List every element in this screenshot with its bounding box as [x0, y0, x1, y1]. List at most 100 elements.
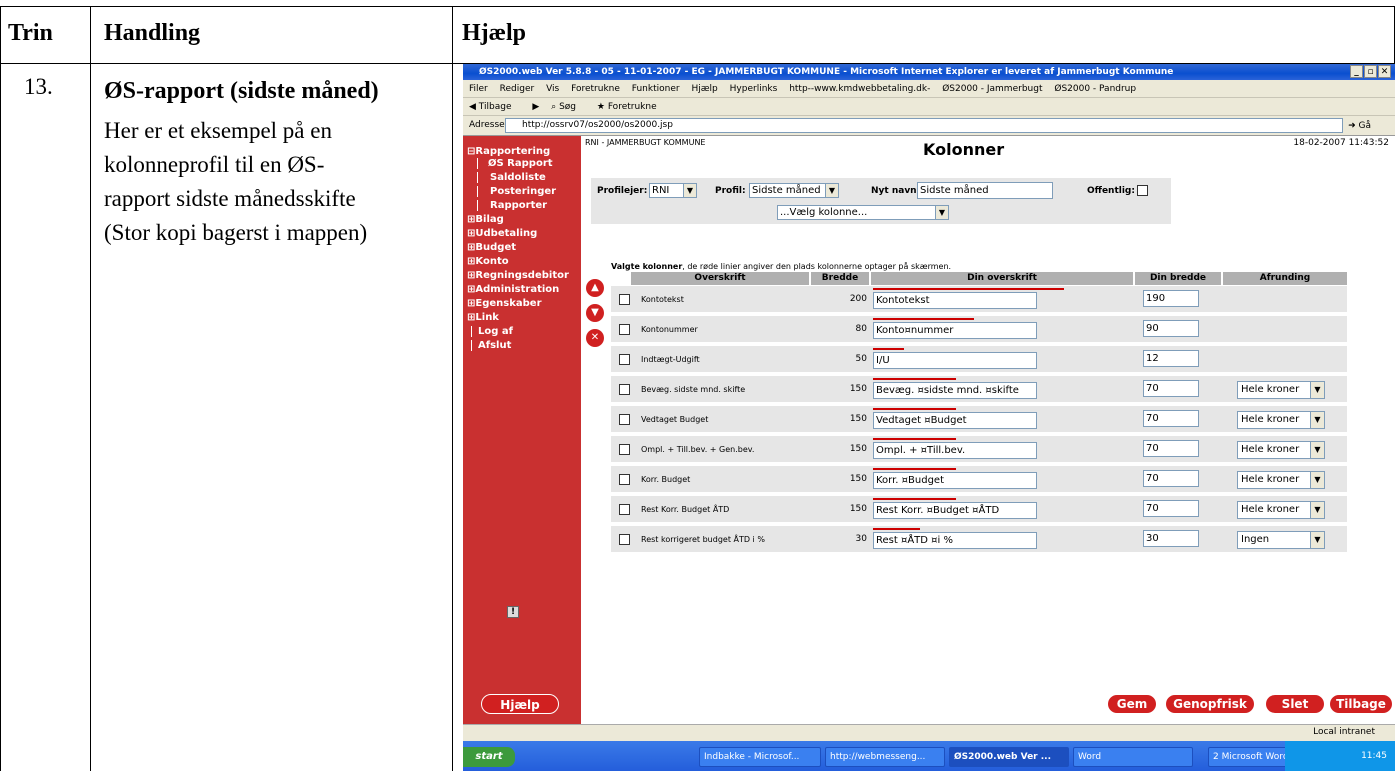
row-checkbox[interactable] — [619, 384, 630, 395]
menu-file[interactable]: Filer — [469, 84, 488, 94]
delete-icon[interactable]: ✕ — [586, 329, 604, 347]
menu-help[interactable]: Hjælp — [691, 84, 717, 94]
sidebar-item-egenskaber[interactable]: ⊞Egenskaber — [467, 298, 542, 309]
row-heading-input[interactable]: Ompl. + ¤Till.bev. — [873, 442, 1037, 459]
move-down-icon[interactable]: ▼ — [586, 304, 604, 322]
back-button[interactable]: ◀ Tilbage — [469, 102, 521, 112]
row-heading-input[interactable]: Rest ¤ÅTD ¤i % — [873, 532, 1037, 549]
width-indicator — [873, 468, 956, 470]
offentlig-checkbox[interactable] — [1137, 185, 1148, 196]
link-kmd[interactable]: http--www.kmdwebbetaling.dk- — [789, 84, 930, 94]
row-heading-input[interactable]: Konto¤nummer — [873, 322, 1037, 339]
refresh-button[interactable]: Genopfrisk — [1165, 694, 1255, 714]
column-header-din-overskrift: Din overskrift — [871, 272, 1133, 285]
favorites-label: Foretrukne — [607, 102, 657, 112]
menu-tools[interactable]: Funktioner — [632, 84, 680, 94]
row-heading-input[interactable]: Kontotekst — [873, 292, 1037, 309]
row-checkbox[interactable] — [619, 324, 630, 335]
status-bar: Local intranet — [463, 724, 1395, 739]
row-heading-input[interactable]: Korr. ¤Budget — [873, 472, 1037, 489]
sidebar-item-saldoliste[interactable]: Saldoliste — [477, 172, 546, 183]
forward-icon[interactable]: ▶ — [532, 102, 539, 112]
rounding-select[interactable]: Ingen ▼ — [1237, 531, 1325, 549]
maximize-icon[interactable]: ▫ — [1364, 65, 1377, 78]
task-microsoft-word[interactable]: 2 Microsoft Word — [1208, 747, 1288, 767]
close-icon[interactable]: ✕ — [1378, 65, 1391, 78]
row-din-bredde-input[interactable]: 70 — [1143, 380, 1199, 397]
profilejer-select[interactable]: RNI ▼ — [649, 183, 697, 198]
sidebar-item-rapportering[interactable]: ⊟Rapportering — [467, 146, 550, 157]
profil-label: Profil: — [715, 186, 746, 196]
row-width: 150 — [849, 474, 867, 484]
sidebar-item-rapporter[interactable]: Rapporter — [477, 200, 547, 211]
sidebar-item-administration[interactable]: ⊞Administration — [467, 284, 559, 295]
sidebar-item-udbetaling[interactable]: ⊞Udbetaling — [467, 228, 537, 239]
row-checkbox[interactable] — [619, 444, 630, 455]
row-heading-input[interactable]: Rest Korr. ¤Budget ¤ÅTD — [873, 502, 1037, 519]
search-button[interactable]: ⌕ Søg — [551, 102, 585, 112]
task-webmessenger[interactable]: http://webmesseng... — [825, 747, 945, 767]
vaelg-kolonne-select[interactable]: ...Vælg kolonne... ▼ — [777, 205, 949, 220]
rounding-select[interactable]: Hele kroner ▼ — [1237, 441, 1325, 459]
favorites-button[interactable]: ★ Foretrukne — [597, 102, 666, 112]
window-titlebar: ØS2000.web Ver 5.8.8 - 05 - 11-01-2007 -… — [463, 64, 1395, 80]
row-checkbox[interactable] — [619, 474, 630, 485]
rounding-select[interactable]: Hele kroner ▼ — [1237, 411, 1325, 429]
warning-icon[interactable]: ! — [507, 606, 519, 618]
task-outlook[interactable]: Indbakke - Microsof... — [699, 747, 821, 767]
row-din-bredde-input[interactable]: 70 — [1143, 500, 1199, 517]
rounding-select[interactable]: Hele kroner ▼ — [1237, 381, 1325, 399]
rounding-select[interactable]: Hele kroner ▼ — [1237, 501, 1325, 519]
sidebar-item-link[interactable]: ⊞Link — [467, 312, 499, 323]
row-din-bredde-input[interactable]: 70 — [1143, 410, 1199, 427]
sidebar-item-afslut[interactable]: Afslut — [471, 340, 511, 351]
link-jammerbugt[interactable]: ØS2000 - Jammerbugt — [942, 84, 1042, 94]
sidebar-item-log-af[interactable]: Log af — [471, 326, 513, 337]
help-button[interactable]: Hjælp — [481, 694, 559, 714]
row-heading-input[interactable]: Bevæg. ¤sidste mnd. ¤skifte — [873, 382, 1037, 399]
move-up-icon[interactable]: ▲ — [586, 279, 604, 297]
table-row: Rest korrigeret budget ÅTD i % 30 Rest ¤ÅT… — [611, 526, 1347, 552]
minimize-icon[interactable]: _ — [1350, 65, 1363, 78]
nyt-navn-input[interactable]: Sidste måned — [917, 182, 1053, 199]
row-din-bredde-input[interactable]: 70 — [1143, 470, 1199, 487]
row-heading-input[interactable]: Vedtaget ¤Budget — [873, 412, 1037, 429]
menu-hyperlinks[interactable]: Hyperlinks — [730, 84, 778, 94]
action-line-4: (Stor kopi bagerst i mappen) — [104, 220, 368, 245]
row-checkbox[interactable] — [619, 504, 630, 515]
row-din-bredde-input[interactable]: 90 — [1143, 320, 1199, 337]
row-din-bredde-input[interactable]: 12 — [1143, 350, 1199, 367]
row-din-bredde-input[interactable]: 70 — [1143, 440, 1199, 457]
row-checkbox[interactable] — [619, 294, 630, 305]
sidebar-item-budget[interactable]: ⊞Budget — [467, 242, 516, 253]
browser-screenshot: ØS2000.web Ver 5.8.8 - 05 - 11-01-2007 -… — [463, 64, 1395, 771]
row-checkbox[interactable] — [619, 414, 630, 425]
row-checkbox[interactable] — [619, 534, 630, 545]
sidebar-item-konto[interactable]: ⊞Konto — [467, 256, 509, 267]
profil-select[interactable]: Sidste måned ▼ — [749, 183, 839, 198]
sidebar-item-posteringer[interactable]: Posteringer — [477, 186, 556, 197]
row-heading-input[interactable]: I/U — [873, 352, 1037, 369]
sidebar-item-os-rapport[interactable]: ØS Rapport — [477, 158, 553, 169]
go-button[interactable]: ➜ Gå — [1348, 117, 1380, 135]
chevron-down-icon: ▼ — [825, 184, 838, 197]
rounding-select[interactable]: Hele kroner ▼ — [1237, 471, 1325, 489]
task-word-folder[interactable]: Word — [1073, 747, 1193, 767]
delete-button[interactable]: Slet — [1265, 694, 1325, 714]
link-pandrup[interactable]: ØS2000 - Pandrup — [1054, 84, 1136, 94]
back-button[interactable]: Tilbage — [1329, 694, 1393, 714]
row-din-bredde-input[interactable]: 190 — [1143, 290, 1199, 307]
task-os2000[interactable]: ØS2000.web Ver ... — [949, 747, 1069, 767]
row-checkbox[interactable] — [619, 354, 630, 365]
sidebar-item-bilag[interactable]: ⊞Bilag — [467, 214, 504, 225]
menu-edit[interactable]: Rediger — [500, 84, 535, 94]
column-header-din-bredde: Din bredde — [1135, 272, 1221, 285]
row-din-bredde-input[interactable]: 30 — [1143, 530, 1199, 547]
address-input[interactable]: http://ossrv07/os2000/os2000.jsp — [505, 118, 1343, 133]
menu-favorites[interactable]: Foretrukne — [571, 84, 620, 94]
row-label: Rest korrigeret budget ÅTD i % — [641, 535, 765, 544]
sidebar-item-regningsdebitor[interactable]: ⊞Regningsdebitor — [467, 270, 569, 281]
save-button[interactable]: Gem — [1107, 694, 1157, 714]
menu-view[interactable]: Vis — [546, 84, 559, 94]
start-button[interactable]: start — [463, 747, 515, 767]
